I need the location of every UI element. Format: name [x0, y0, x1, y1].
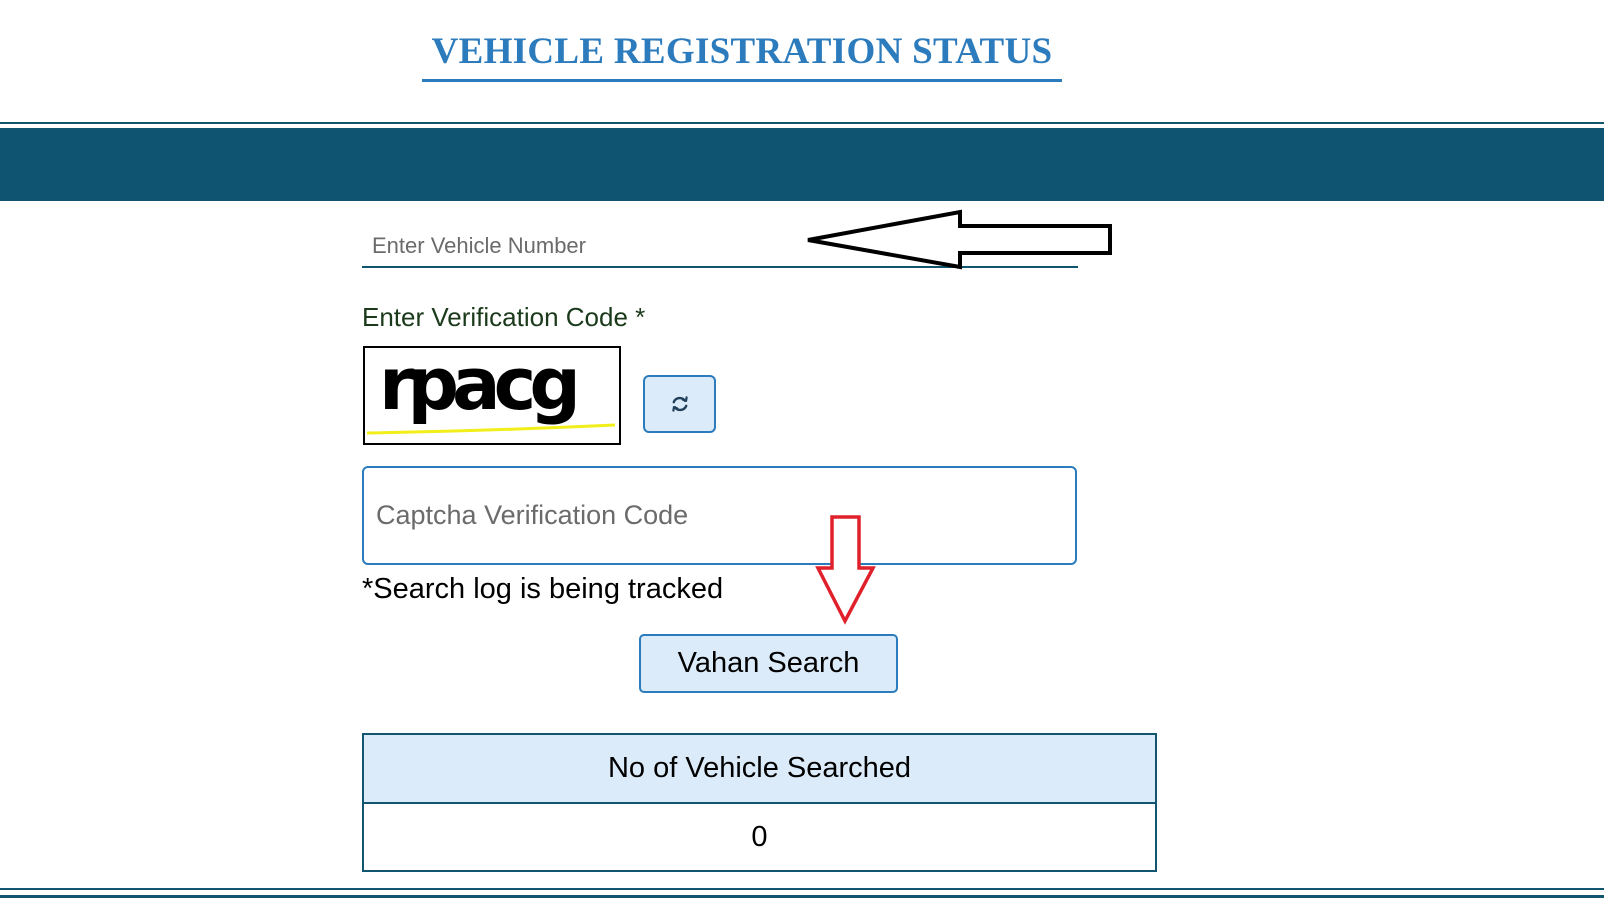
page-title-wrapper: VEHICLE REGISTRATION STATUS	[0, 30, 1604, 82]
verification-code-label: Enter Verification Code *	[362, 302, 646, 332]
captcha-image-text: rpacg	[379, 346, 581, 426]
refresh-icon	[671, 396, 688, 412]
page-title: VEHICLE REGISTRATION STATUS	[421, 30, 1063, 82]
vehicle-search-count-table: No of Vehicle Searched 0	[362, 733, 1157, 872]
refresh-captcha-button[interactable]	[643, 375, 716, 433]
captcha-noise-line	[366, 423, 616, 435]
header-band	[0, 128, 1604, 201]
tracking-note: *Search log is being tracked	[362, 573, 724, 605]
count-table-value: 0	[364, 804, 1155, 870]
count-table-header: No of Vehicle Searched	[364, 735, 1155, 804]
top-divider	[0, 122, 1604, 124]
vehicle-number-input[interactable]	[362, 226, 1078, 268]
captcha-input[interactable]	[362, 466, 1077, 565]
page: VEHICLE REGISTRATION STATUS Enter Verifi…	[0, 0, 1604, 900]
bottom-divider	[0, 888, 1604, 890]
vahan-search-button[interactable]: Vahan Search	[639, 634, 898, 693]
bottom-divider-lower	[0, 895, 1604, 898]
captcha-image: rpacg	[363, 346, 621, 445]
